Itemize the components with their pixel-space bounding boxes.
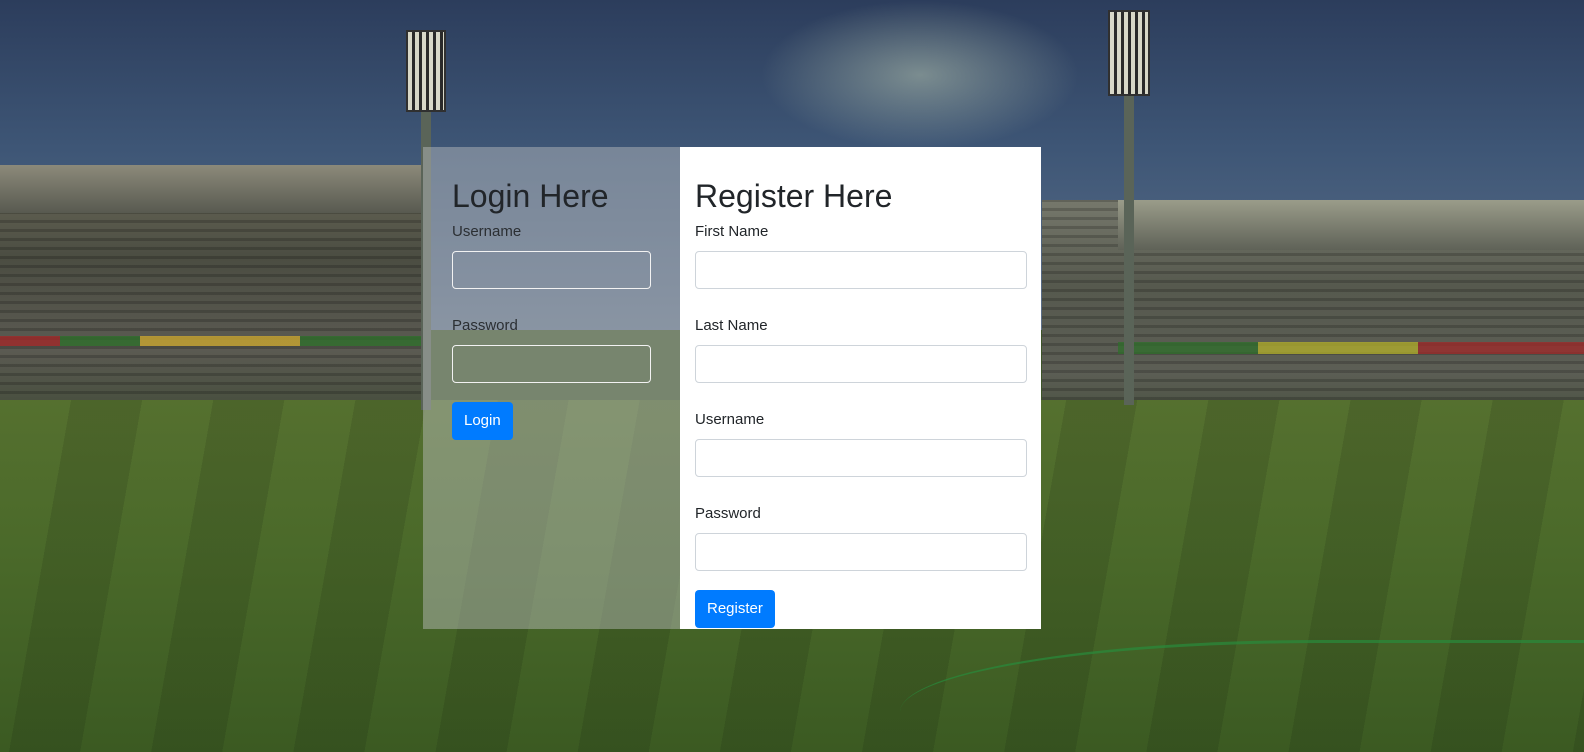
login-panel: Login Here Username Password Login (423, 147, 680, 629)
register-password-input[interactable] (695, 533, 1027, 571)
register-password-group: Password (695, 504, 1027, 571)
register-last-name-input[interactable] (695, 345, 1027, 383)
register-first-name-input[interactable] (695, 251, 1027, 289)
login-password-input[interactable] (452, 345, 651, 383)
left-grandstand-roof (0, 165, 430, 213)
login-username-group: Username (452, 222, 651, 289)
register-username-label: Username (695, 411, 765, 428)
register-last-name-group: Last Name (695, 316, 1027, 383)
login-title: Login Here (452, 178, 609, 214)
right-advertising-boards (1118, 342, 1584, 354)
left-advertising-boards (0, 336, 430, 346)
right-grandstand-roof (1118, 200, 1584, 250)
login-button[interactable]: Login (452, 402, 513, 440)
register-last-name-label: Last Name (695, 317, 768, 334)
register-first-name-group: First Name (695, 222, 1027, 289)
register-first-name-label: First Name (695, 223, 769, 240)
register-title: Register Here (695, 178, 893, 214)
register-panel: Register Here First Name Last Name Usern… (680, 147, 1041, 629)
cloud (760, 0, 1080, 150)
register-button[interactable]: Register (695, 590, 775, 628)
auth-card: Login Here Username Password Login Regis… (423, 147, 1041, 629)
floodlight-pole-right (1124, 95, 1134, 405)
floodlight-left (406, 30, 446, 112)
register-username-group: Username (695, 410, 1027, 477)
login-password-group: Password (452, 316, 651, 383)
register-username-input[interactable] (695, 439, 1027, 477)
floodlight-right (1108, 10, 1150, 96)
login-password-label: Password (452, 317, 518, 334)
register-password-label: Password (695, 505, 761, 522)
login-username-label: Username (452, 223, 522, 240)
login-username-input[interactable] (452, 251, 651, 289)
